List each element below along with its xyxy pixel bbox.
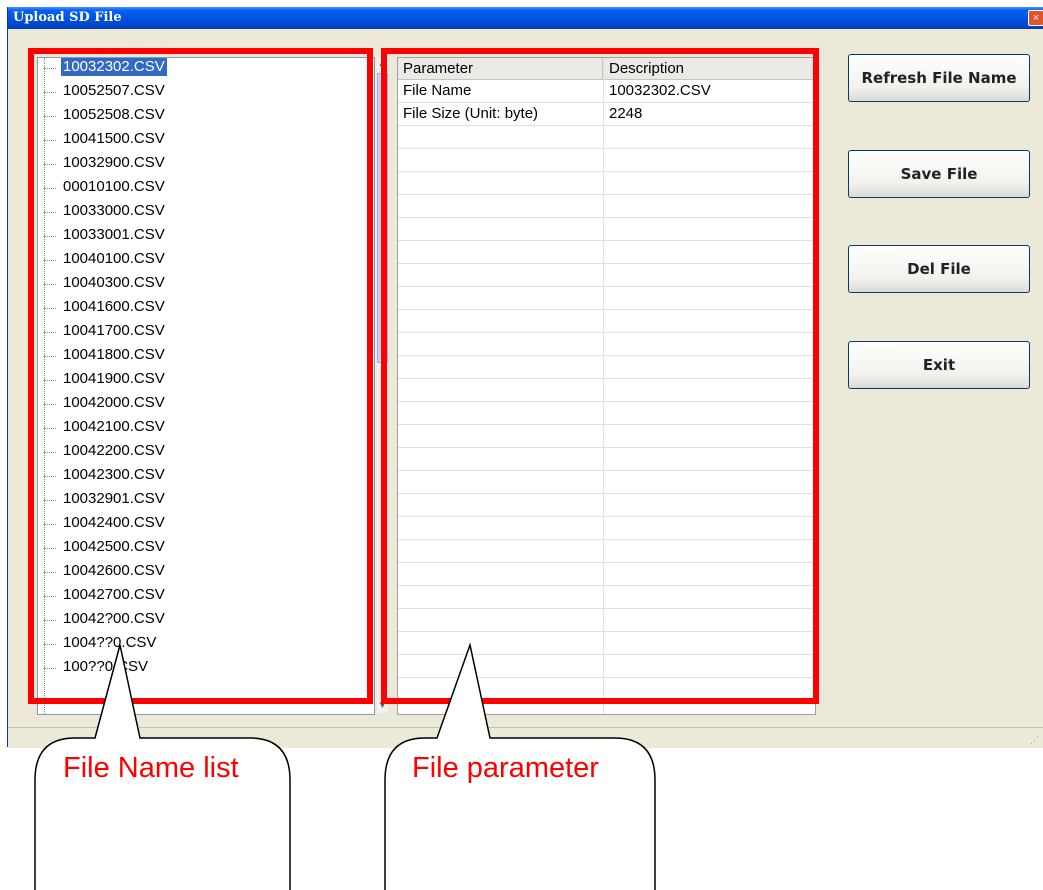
callout-file-parameter: File parameter bbox=[412, 752, 599, 784]
callout-file-name-list: File Name list bbox=[63, 752, 239, 784]
